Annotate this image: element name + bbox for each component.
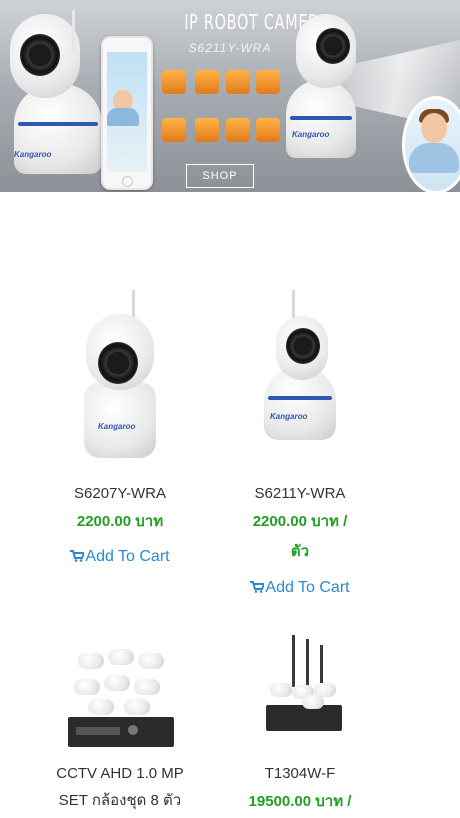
brand-logo-right: Kangaroo [292,130,330,139]
product-image-t1304w-f[interactable] [262,635,344,735]
banner-title: IP ROBOT CAMERA [184,10,329,34]
product-image-s6207y[interactable]: Kangaroo [80,290,160,462]
cart-icon [250,581,265,593]
product-name[interactable]: T1304W-F [200,762,400,786]
product-price-unit: ตัว [290,543,310,560]
windows-icon [195,118,219,142]
smartphone-image [101,36,153,190]
product-name-line2[interactable]: SET กล้องชุด 8 ตัว [20,789,220,813]
cart-icon [70,550,85,562]
add-to-cart-button[interactable]: Add To Cart [20,546,220,568]
pan-tilt-icon [256,70,280,94]
apple-icon [226,118,250,142]
product-name[interactable]: CCTV AHD 1.0 MP [20,762,220,786]
add-to-cart-label: Add To Cart [265,579,350,596]
p2p-icon [226,70,250,94]
product-price: 2200.00 บาท [76,513,164,530]
hero-banner[interactable]: Kangaroo IP ROBOT CAMERA S6211Y-WRA SHOP… [0,0,460,192]
product-image-cctv-ahd-set[interactable] [68,645,174,751]
android-icon [162,118,186,142]
shop-now-button[interactable]: SHOP NOW [186,164,254,188]
child-photo-circle [402,96,460,192]
add-to-cart-label: Add To Cart [85,548,170,565]
product-image-s6211y[interactable]: Kangaroo [262,290,338,450]
wifi-icon [256,118,280,142]
product-price: 19500.00 บาท / [248,793,352,810]
add-to-cart-button[interactable]: Add To Cart [200,577,400,599]
product-name[interactable]: S6211Y-WRA [200,482,400,506]
sd-card-icon [195,70,219,94]
product-price: 2200.00 บาท / [252,513,348,530]
hd-icon [162,70,186,94]
banner-model: S6211Y-WRA [188,41,272,55]
product-name[interactable]: S6207Y-WRA [20,482,220,506]
brand-logo: Kangaroo [14,150,52,159]
